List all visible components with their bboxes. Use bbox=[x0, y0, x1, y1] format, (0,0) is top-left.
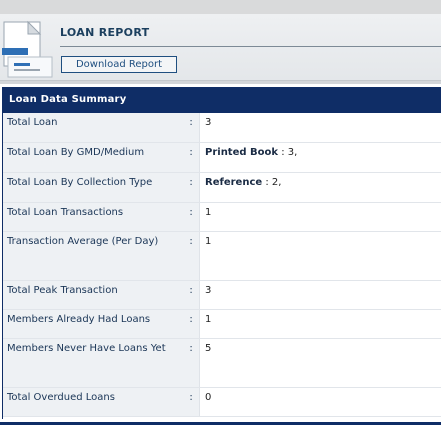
row-separator: : bbox=[183, 142, 200, 173]
report-document-icon bbox=[2, 20, 53, 78]
table-row: Total Peak Transaction : 3 bbox=[3, 280, 441, 310]
title-divider bbox=[60, 46, 441, 47]
row-value: 0 bbox=[199, 387, 441, 417]
row-label: Total Overdued Loans bbox=[3, 387, 183, 417]
row-separator: : bbox=[183, 231, 200, 281]
table-row: Members Never Have Loans Yet : 5 bbox=[3, 338, 441, 388]
row-value: 1 bbox=[199, 202, 441, 232]
row-separator: : bbox=[183, 113, 200, 143]
row-value: Reference : 2, bbox=[199, 172, 441, 203]
row-separator: : bbox=[183, 338, 200, 388]
row-label: Members Already Had Loans bbox=[3, 309, 183, 339]
header-divider bbox=[0, 81, 441, 84]
row-label: Total Loan By GMD/Medium bbox=[3, 142, 183, 173]
summary-table: Total Loan : 3 Total Loan By GMD/Medium … bbox=[3, 113, 441, 417]
row-label: Members Never Have Loans Yet bbox=[3, 338, 183, 388]
row-value-strong: Printed Book bbox=[205, 146, 279, 158]
row-separator: : bbox=[183, 280, 200, 310]
row-label: Total Loan Transactions bbox=[3, 202, 183, 232]
row-value-rest: : 3, bbox=[278, 146, 298, 158]
table-row: Members Already Had Loans : 1 bbox=[3, 309, 441, 339]
report-header: LOAN REPORT Download Report bbox=[0, 14, 441, 81]
row-value: 1 bbox=[199, 231, 441, 281]
row-value: Printed Book : 3, bbox=[199, 142, 441, 173]
row-value-strong: Reference bbox=[205, 176, 263, 188]
table-row: Total Overdued Loans : 0 bbox=[3, 387, 441, 417]
page-title: LOAN REPORT bbox=[60, 26, 150, 39]
table-row: Total Loan Transactions : 1 bbox=[3, 202, 441, 232]
bottom-bar bbox=[0, 422, 441, 425]
row-label: Total Peak Transaction bbox=[3, 280, 183, 310]
table-row: Total Loan : 3 bbox=[3, 113, 441, 143]
row-value: 1 bbox=[199, 309, 441, 339]
table-row: Total Loan By Collection Type : Referenc… bbox=[3, 172, 441, 203]
row-value: 5 bbox=[199, 338, 441, 388]
summary-title: Loan Data Summary bbox=[3, 87, 441, 113]
row-value: 3 bbox=[199, 280, 441, 310]
row-label: Transaction Average (Per Day) bbox=[3, 231, 183, 281]
table-row: Transaction Average (Per Day) : 1 bbox=[3, 231, 441, 281]
top-strip bbox=[0, 0, 441, 14]
row-value: 3 bbox=[199, 113, 441, 143]
row-separator: : bbox=[183, 172, 200, 203]
row-separator: : bbox=[183, 387, 200, 417]
download-report-button[interactable]: Download Report bbox=[61, 56, 177, 73]
table-row: Total Loan By GMD/Medium : Printed Book … bbox=[3, 142, 441, 173]
row-label: Total Loan By Collection Type bbox=[3, 172, 183, 203]
row-separator: : bbox=[183, 309, 200, 339]
row-separator: : bbox=[183, 202, 200, 232]
row-label: Total Loan bbox=[3, 113, 183, 143]
loan-summary-panel: Loan Data Summary Total Loan : 3 Total L… bbox=[2, 87, 441, 419]
row-value-rest: : 2, bbox=[262, 176, 282, 188]
